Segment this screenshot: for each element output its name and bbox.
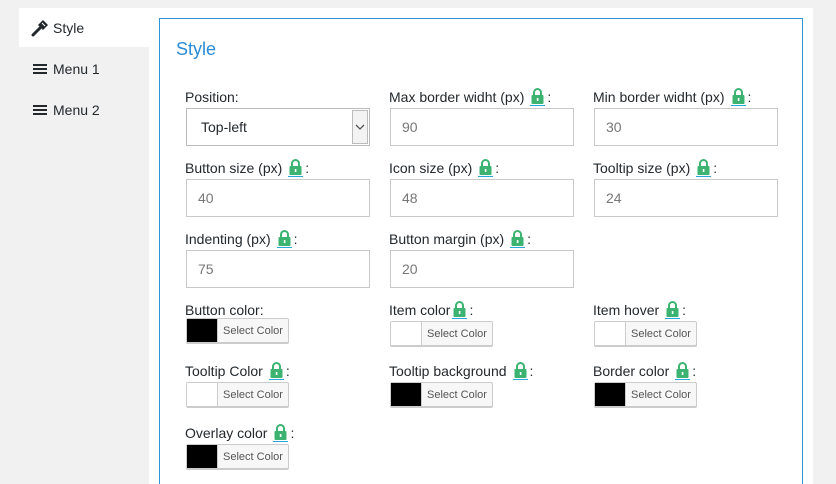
- tooltip-background-picker[interactable]: Select Color: [390, 382, 493, 407]
- indenting-field: Indenting (px):: [185, 230, 298, 248]
- position-label: Position:: [185, 89, 239, 105]
- button-color-picker[interactable]: Select Color: [186, 318, 289, 343]
- border-color-picker[interactable]: Select Color: [594, 382, 697, 407]
- tab-menu-1[interactable]: Menu 1: [19, 49, 149, 88]
- position-value: Top-left: [201, 119, 247, 135]
- button-color-field: Button color:: [185, 300, 264, 320]
- select-color-label: Select Color: [223, 324, 283, 337]
- lock-icon[interactable]: [675, 362, 691, 380]
- overlay-color-label: Overlay color: [185, 425, 268, 441]
- position-select[interactable]: Top-left: [186, 108, 370, 146]
- min-border-label: Min border widht (px): [593, 89, 725, 105]
- icon-size-label: Icon size (px): [389, 160, 473, 176]
- lock-icon[interactable]: [512, 362, 528, 380]
- item-hover-field: Item hover:: [593, 301, 687, 319]
- min-border-input[interactable]: 30: [594, 108, 778, 146]
- item-color-label: Item color: [389, 302, 451, 318]
- max-border-field: Max border widht (px):: [389, 88, 552, 106]
- select-color-label: Select Color: [427, 388, 487, 401]
- item-color-field: Item color:: [389, 301, 474, 319]
- select-color-label: Select Color: [631, 327, 691, 340]
- color-swatch: [391, 322, 422, 345]
- border-color-field: Border color:: [593, 362, 697, 380]
- button-margin-label: Button margin (px): [389, 231, 505, 247]
- lock-icon[interactable]: [452, 301, 468, 319]
- lock-icon[interactable]: [665, 301, 681, 319]
- button-margin-input[interactable]: 20: [390, 250, 574, 288]
- select-color-label: Select Color: [223, 450, 283, 463]
- overlay-color-field: Overlay color:: [185, 424, 295, 442]
- icon-size-field: Icon size (px):: [389, 159, 500, 177]
- sidebar: Style Menu 1 Menu 2: [19, 8, 149, 484]
- max-border-input[interactable]: 90: [390, 108, 574, 146]
- lock-icon[interactable]: [696, 159, 712, 177]
- color-swatch: [187, 319, 218, 342]
- lock-icon[interactable]: [510, 230, 526, 248]
- tooltip-size-input[interactable]: 24: [594, 179, 778, 217]
- panel-title: Style: [176, 39, 217, 59]
- border-color-label: Border color: [593, 363, 670, 379]
- select-color-label: Select Color: [427, 327, 487, 340]
- tooltip-color-picker[interactable]: Select Color: [186, 382, 289, 407]
- tooltip-color-label: Tooltip Color: [185, 363, 263, 379]
- menu-icon: [31, 60, 49, 78]
- item-hover-picker[interactable]: Select Color: [594, 321, 697, 346]
- tooltip-color-field: Tooltip Color:: [185, 362, 290, 380]
- tab-label: Menu 1: [53, 60, 100, 77]
- lock-icon[interactable]: [530, 88, 546, 106]
- color-swatch: [595, 322, 626, 345]
- button-size-field: Button size (px):: [185, 159, 310, 177]
- color-swatch: [391, 383, 422, 406]
- lock-icon[interactable]: [276, 230, 292, 248]
- item-hover-label: Item hover: [593, 302, 660, 318]
- tooltip-background-field: Tooltip background:: [389, 362, 534, 380]
- tab-label: Menu 2: [53, 101, 100, 118]
- position-field: Position:: [185, 87, 239, 107]
- hammer-icon: [31, 19, 49, 37]
- lock-icon[interactable]: [268, 362, 284, 380]
- color-swatch: [595, 383, 626, 406]
- button-size-input[interactable]: 40: [186, 179, 370, 217]
- item-color-picker[interactable]: Select Color: [390, 321, 493, 346]
- overlay-color-picker[interactable]: Select Color: [186, 444, 289, 469]
- tab-menu-2[interactable]: Menu 2: [19, 90, 149, 129]
- indenting-input[interactable]: 75: [186, 250, 370, 288]
- color-swatch: [187, 445, 218, 468]
- lock-icon[interactable]: [288, 159, 304, 177]
- select-color-label: Select Color: [631, 388, 691, 401]
- icon-size-input[interactable]: 48: [390, 179, 574, 217]
- min-border-field: Min border widht (px):: [593, 88, 752, 106]
- tooltip-size-label: Tooltip size (px): [593, 160, 691, 176]
- tab-style[interactable]: Style: [19, 8, 149, 47]
- select-color-label: Select Color: [223, 388, 283, 401]
- button-size-label: Button size (px): [185, 160, 283, 176]
- tooltip-size-field: Tooltip size (px):: [593, 159, 718, 177]
- max-border-label: Max border widht (px): [389, 89, 525, 105]
- button-color-label: Button color:: [185, 302, 264, 318]
- tooltip-background-label: Tooltip background: [389, 363, 507, 379]
- lock-icon[interactable]: [273, 424, 289, 442]
- lock-icon[interactable]: [730, 88, 746, 106]
- color-swatch: [187, 383, 218, 406]
- style-panel: Style Position: Top-left Max border widh…: [159, 18, 803, 484]
- indenting-label: Indenting (px): [185, 231, 271, 247]
- tab-label: Style: [53, 19, 85, 36]
- menu-icon: [31, 101, 49, 119]
- chevron-down-icon: [352, 110, 368, 144]
- button-margin-field: Button margin (px):: [389, 230, 532, 248]
- lock-icon[interactable]: [478, 159, 494, 177]
